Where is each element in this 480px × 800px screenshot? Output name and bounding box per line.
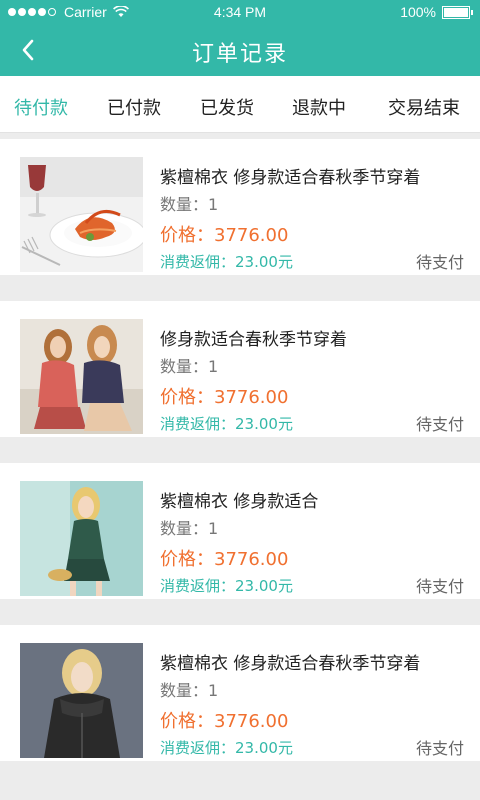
model-leather-jacket-image xyxy=(20,643,143,758)
two-models-image xyxy=(20,319,143,434)
product-name: 紫檀棉衣 修身款适合春秋季节穿着 xyxy=(160,168,421,188)
tab-shipped[interactable]: 已发货 xyxy=(200,94,254,120)
tab-completed[interactable]: 交易结束 xyxy=(388,94,460,120)
tab-pending-payment[interactable]: 待付款 xyxy=(14,94,68,120)
rebate: 消费返佣：23.00元 xyxy=(160,739,293,757)
quantity: 数量：1 xyxy=(160,519,219,538)
product-name: 紫檀棉衣 修身款适合 xyxy=(160,492,319,512)
order-status: 待支付 xyxy=(415,577,464,596)
battery-area: 100% xyxy=(400,4,473,20)
quantity: 数量：1 xyxy=(160,195,219,214)
product-name: 紫檀棉衣 修身款适合春秋季节穿着 xyxy=(160,654,421,674)
quantity: 数量：1 xyxy=(160,357,219,376)
order-status-tabs: 待付款 已付款 已发货 退款中 交易结束 xyxy=(0,76,480,133)
tab-paid[interactable]: 已付款 xyxy=(107,94,161,120)
price: 价格：3776.00 xyxy=(160,387,289,408)
order-card[interactable]: 紫檀棉衣 修身款适合 数量：1 价格：3776.00 消费返佣：23.00元 待… xyxy=(0,463,480,599)
order-status: 待支付 xyxy=(415,415,464,434)
battery-percent: 100% xyxy=(400,4,436,20)
food-plate-image xyxy=(20,157,143,272)
status-bar: Carrier 4:34 PM 100% xyxy=(0,0,480,24)
tab-refunding[interactable]: 退款中 xyxy=(292,94,346,120)
nav-bar: 订单记录 xyxy=(0,24,480,76)
order-card[interactable]: 紫檀棉衣 修身款适合春秋季节穿着 数量：1 价格：3776.00 消费返佣：23… xyxy=(0,625,480,761)
price: 价格：3776.00 xyxy=(160,225,289,246)
rebate: 消费返佣：23.00元 xyxy=(160,577,293,595)
price: 价格：3776.00 xyxy=(160,711,289,732)
order-card[interactable]: 紫檀棉衣 修身款适合春秋季节穿着 数量：1 价格：3776.00 消费返佣：23… xyxy=(0,139,480,275)
price: 价格：3776.00 xyxy=(160,549,289,570)
order-status: 待支付 xyxy=(415,739,464,758)
rebate: 消费返佣：23.00元 xyxy=(160,415,293,433)
quantity: 数量：1 xyxy=(160,681,219,700)
product-name: 修身款适合春秋季节穿着 xyxy=(160,330,347,350)
order-status: 待支付 xyxy=(415,253,464,272)
model-green-dress-image xyxy=(20,481,143,596)
rebate: 消费返佣：23.00元 xyxy=(160,253,293,271)
page-title: 订单记录 xyxy=(191,42,288,67)
battery-icon xyxy=(442,5,473,19)
order-card[interactable]: 修身款适合春秋季节穿着 数量：1 价格：3776.00 消费返佣：23.00元 … xyxy=(0,301,480,437)
